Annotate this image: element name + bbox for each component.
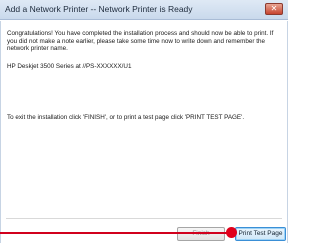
finish-button[interactable]: Finish [177, 227, 225, 241]
printer-name-text: HP Deskjet 3500 Series at //PS-XXXXXX/U1 [7, 63, 132, 70]
callout-marker [226, 227, 237, 238]
add-network-printer-dialog: Add a Network Printer -- Network Printer… [0, 0, 288, 243]
close-icon: ✕ [270, 4, 278, 13]
instructions-text: To exit the installation click 'FINISH',… [7, 114, 245, 121]
close-button[interactable]: ✕ [265, 3, 283, 15]
title-bar: Add a Network Printer -- Network Printer… [0, 0, 288, 20]
window-title: Add a Network Printer -- Network Printer… [5, 4, 193, 14]
intro-message: Congratulations! You have completed the … [7, 30, 274, 53]
print-test-page-button[interactable]: Print Test Page [235, 227, 286, 241]
footer-divider [6, 218, 282, 219]
dialog-content: Congratulations! You have completed the … [0, 21, 288, 243]
callout-pointer-line [0, 232, 232, 234]
